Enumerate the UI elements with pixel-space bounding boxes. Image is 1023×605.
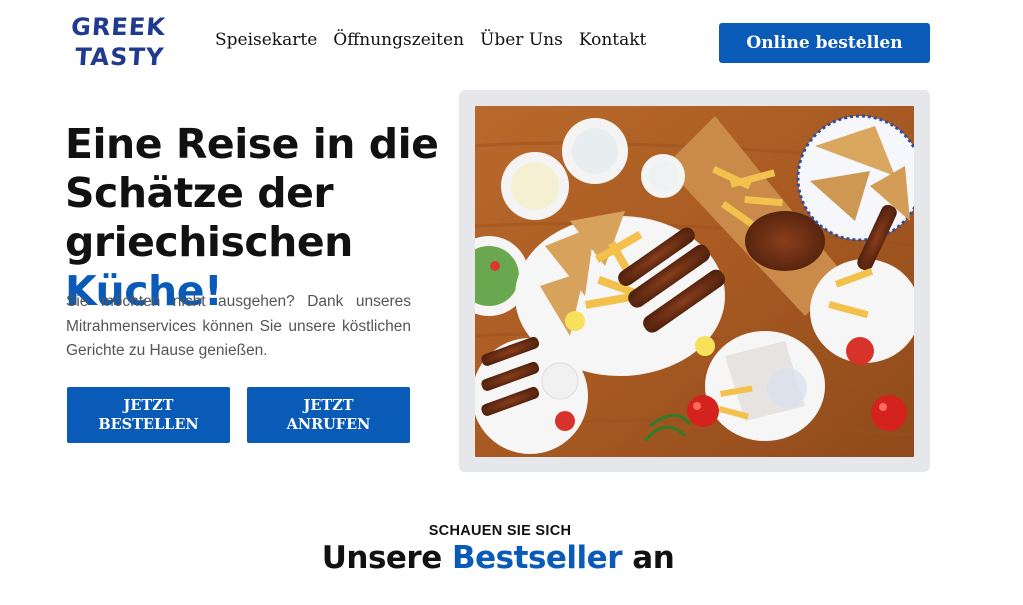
- nav-item-speisekarte[interactable]: Speisekarte: [215, 30, 317, 50]
- logo-line-2: TASTY: [74, 43, 166, 71]
- order-now-line-1: JETZT: [123, 397, 174, 414]
- brand-logo[interactable]: GREEK TASTY: [68, 12, 167, 76]
- bestsellers-kicker: SCHAUEN SIE SICH: [428, 523, 572, 539]
- hero-title-line-1: Eine Reise in die: [65, 120, 439, 168]
- call-now-button[interactable]: JETZT ANRUFEN: [247, 387, 410, 443]
- hero-image-frame: [459, 90, 930, 472]
- online-order-button[interactable]: Online bestellen: [719, 23, 930, 63]
- order-now-line-2: BESTELLEN: [98, 416, 199, 433]
- hero-title: Eine Reise in die Schätze der griechisch…: [65, 120, 445, 316]
- logo-line-1: GREEK: [70, 13, 167, 41]
- hero-title-line-2: Schätze der: [65, 169, 334, 217]
- main-nav: Speisekarte Öffnungszeiten Über Uns Kont…: [215, 30, 646, 50]
- hero-description: Sie möchten nicht ausgehen? Dank unseres…: [66, 293, 411, 359]
- call-now-line-2: ANRUFEN: [286, 416, 371, 433]
- call-now-line-1: JETZT: [303, 397, 354, 414]
- bestsellers-title-accent: Bestseller: [452, 540, 622, 576]
- bestsellers-title-after: an: [622, 540, 675, 576]
- bestsellers-title-before: Unsere: [321, 540, 453, 576]
- nav-item-ueber-uns[interactable]: Über Uns: [480, 30, 563, 50]
- order-now-button[interactable]: JETZT BESTELLEN: [67, 387, 230, 443]
- hero-title-line-3: griechischen: [65, 218, 353, 266]
- nav-item-kontakt[interactable]: Kontakt: [579, 30, 647, 50]
- nav-item-oeffnungszeiten[interactable]: Öffnungszeiten: [333, 30, 464, 50]
- food-platter-image: [475, 106, 914, 457]
- bestsellers-title: Unsere Bestseller an: [0, 540, 996, 576]
